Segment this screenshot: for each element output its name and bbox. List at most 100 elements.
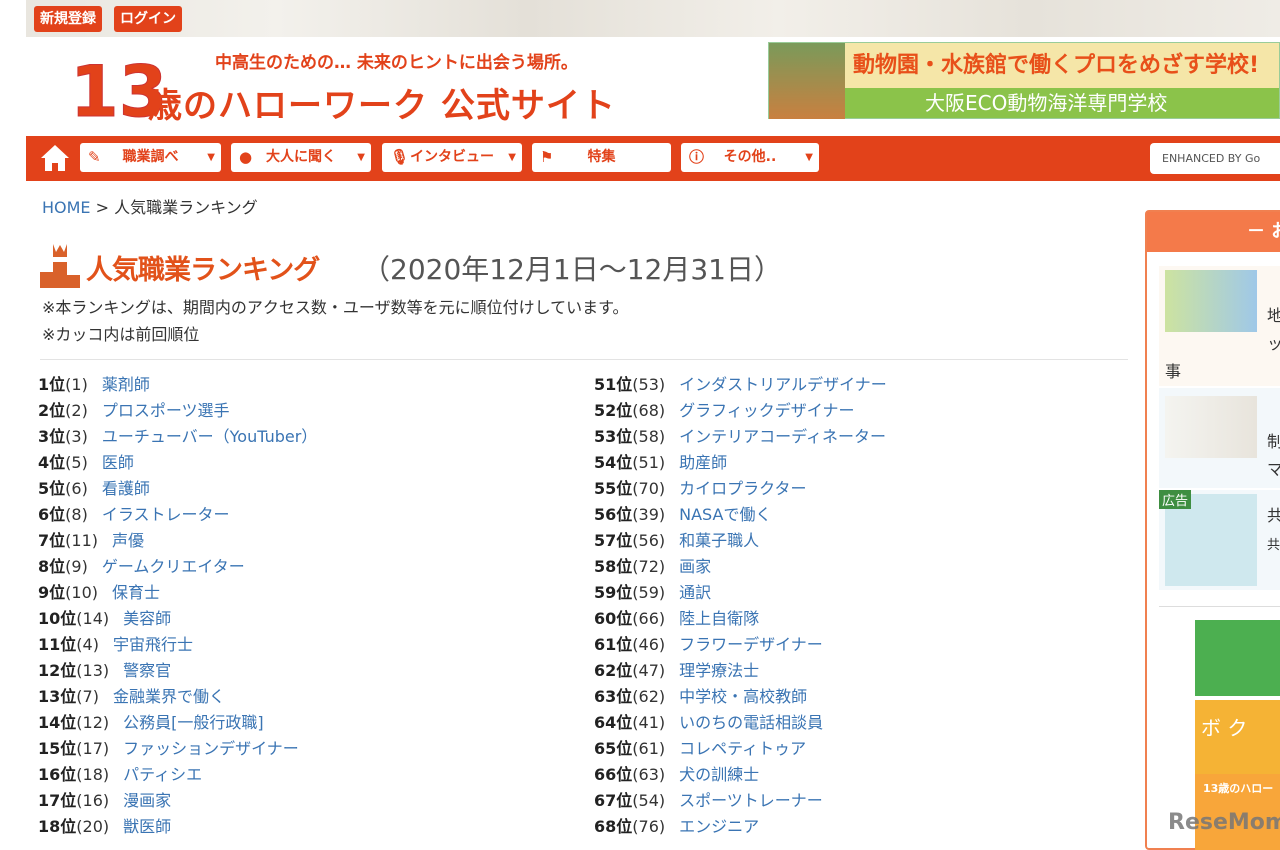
job-link[interactable]: 助産師	[679, 453, 727, 472]
sidebar-article[interactable]: 地 ッ 事	[1159, 266, 1280, 386]
previous-rank: (56)	[632, 531, 666, 550]
rank: 6位	[38, 505, 66, 524]
ranking-row: 4位(5) 医師	[38, 450, 317, 476]
job-link[interactable]: ファッションデザイナー	[123, 739, 299, 758]
header-illustration-band	[26, 0, 1280, 37]
nav-label: 大人に聞く	[266, 149, 336, 165]
home-icon[interactable]	[40, 144, 70, 172]
job-link[interactable]: ゲームクリエイター	[102, 557, 245, 576]
ranking-row: 61位(46) フラワーデザイナー	[594, 632, 887, 658]
job-link[interactable]: 陸上自衛隊	[679, 609, 759, 628]
rank: 4位	[38, 453, 66, 472]
ranking-row: 66位(63) 犬の訓練士	[594, 762, 887, 788]
ad-school-name: 大阪ECO動物海洋専門学校	[845, 88, 1279, 118]
rank: 13位	[38, 687, 77, 706]
job-link[interactable]: 公務員[一般行政職]	[123, 713, 264, 732]
job-link[interactable]: パティシエ	[123, 765, 202, 784]
job-link[interactable]: 薬剤師	[102, 375, 150, 394]
job-link[interactable]: 画家	[679, 557, 711, 576]
ranking-row: 55位(70) カイロプラクター	[594, 476, 887, 502]
job-link[interactable]: 犬の訓練士	[679, 765, 759, 784]
divider	[1159, 606, 1280, 607]
job-link[interactable]: フラワーデザイナー	[679, 635, 823, 654]
ad-label: 広告	[1159, 490, 1192, 509]
nav-item-special[interactable]: ⚑ 特集	[532, 143, 671, 172]
previous-rank: (39)	[632, 505, 666, 524]
login-button[interactable]: ログイン	[114, 6, 182, 32]
rank: 14位	[38, 713, 77, 732]
rank: 58位	[594, 557, 633, 576]
job-link[interactable]: 通訳	[679, 583, 711, 602]
previous-rank: (46)	[632, 635, 666, 654]
job-link[interactable]: 美容師	[123, 609, 171, 628]
ranking-row: 10位(14) 美容師	[38, 606, 317, 632]
ranking-row: 67位(54) スポーツトレーナー	[594, 788, 887, 814]
job-link[interactable]: 警察官	[123, 661, 171, 680]
job-link[interactable]: いのちの電話相談員	[679, 713, 823, 732]
job-link[interactable]: 看護師	[102, 479, 150, 498]
job-link[interactable]: 宇宙飛行士	[113, 635, 193, 654]
previous-rank: (16)	[76, 791, 110, 810]
banner-text: 13歳のハロー	[1203, 782, 1274, 795]
ranking-row: 5位(6) 看護師	[38, 476, 317, 502]
breadcrumb-home[interactable]: HOME	[42, 198, 91, 217]
sidebar-article[interactable]: 制 マ	[1159, 388, 1280, 488]
job-link[interactable]: 中学校・高校教師	[679, 687, 807, 706]
job-link[interactable]: インダストリアルデザイナー	[679, 375, 887, 394]
previous-rank: (62)	[632, 687, 666, 706]
rank: 15位	[38, 739, 77, 758]
ranking-period: （2020年12月1日〜12月31日）	[362, 253, 782, 286]
logo-name: 歳のハローワーク 公式サイト	[148, 86, 616, 126]
nav-item-job-search[interactable]: ✎ 職業調べ ▼	[80, 143, 221, 172]
nav-label: その他..	[723, 149, 777, 165]
register-button[interactable]: 新規登録	[34, 6, 102, 32]
job-link[interactable]: 金融業界で働く	[113, 687, 225, 706]
job-link[interactable]: 声優	[112, 531, 144, 550]
sidebar-header[interactable]: － お	[1147, 212, 1280, 252]
job-link[interactable]: コレペティトゥア	[679, 739, 806, 758]
sidebar-banner[interactable]: ボ ク	[1195, 700, 1280, 776]
ad-text: 共	[1267, 538, 1280, 553]
search-input[interactable]: ENHANCED BY Go	[1150, 143, 1280, 174]
previous-rank: (53)	[632, 375, 666, 394]
watermark: ReseMom	[1168, 810, 1280, 835]
previous-rank: (51)	[632, 453, 666, 472]
previous-rank: (3)	[65, 427, 88, 446]
nav-label: 職業調べ	[122, 149, 179, 165]
job-link[interactable]: ユーチューバー（YouTuber）	[102, 427, 317, 446]
sidebar-banner[interactable]	[1195, 620, 1280, 696]
job-link[interactable]: プロスポーツ選手	[102, 401, 230, 420]
job-link[interactable]: イラストレーター	[102, 505, 230, 524]
job-link[interactable]: 獣医師	[123, 817, 171, 836]
nav-item-other[interactable]: ⓘ その他.. ▼	[681, 143, 819, 172]
previous-rank: (59)	[632, 583, 666, 602]
site-logo[interactable]: 13 中高生のための… 未来のヒントに出会う場所。 歳のハローワーク 公式サイト	[69, 44, 620, 131]
ranking-row: 12位(13) 警察官	[38, 658, 317, 684]
job-link[interactable]: 理学療法士	[679, 661, 759, 680]
job-link[interactable]: グラフィックデザイナー	[679, 401, 854, 420]
job-link[interactable]: 和菓子職人	[679, 531, 759, 550]
article-text: 事	[1165, 362, 1182, 381]
previous-rank: (9)	[65, 557, 88, 576]
nav-item-interview[interactable]: 🎙 インタビュー ▼	[382, 143, 522, 172]
job-link[interactable]: 保育士	[112, 583, 160, 602]
ranking-row: 65位(61) コレペティトゥア	[594, 736, 887, 762]
sidebar-ad[interactable]: 広告 共 共	[1159, 490, 1280, 590]
job-link[interactable]: NASAで働く	[679, 505, 771, 524]
ranking-row: 51位(53) インダストリアルデザイナー	[594, 372, 887, 398]
ranking-row: 18位(20) 獣医師	[38, 814, 317, 840]
rank: 54位	[594, 453, 633, 472]
rank: 12位	[38, 661, 77, 680]
ranking-row: 16位(18) パティシエ	[38, 762, 317, 788]
nav-item-ask-adults[interactable]: ● 大人に聞く ▼	[231, 143, 371, 172]
ranking-row: 2位(2) プロスポーツ選手	[38, 398, 317, 424]
job-link[interactable]: エンジニア	[679, 817, 759, 836]
previous-rank: (66)	[632, 609, 666, 628]
job-link[interactable]: 漫画家	[123, 791, 171, 810]
job-link[interactable]: カイロプラクター	[679, 479, 806, 498]
job-link[interactable]: スポーツトレーナー	[679, 791, 823, 810]
header-ad-banner[interactable]: 動物園・水族館で働くプロをめざす学校! 大阪ECO動物海洋専門学校	[768, 42, 1280, 119]
job-link[interactable]: 医師	[102, 453, 134, 472]
job-link[interactable]: インテリアコーディネーター	[679, 427, 886, 446]
ranking-row: 57位(56) 和菓子職人	[594, 528, 887, 554]
